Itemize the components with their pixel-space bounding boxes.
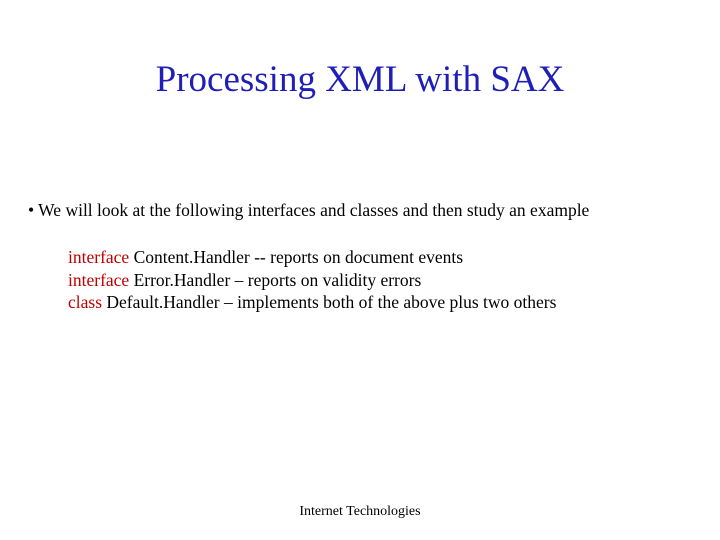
item-text: Error.Handler – reports on validity erro… — [129, 270, 421, 290]
bullet-point: • We will look at the following interfac… — [28, 199, 700, 222]
slide-title: Processing XML with SAX — [0, 0, 720, 101]
sub-item: interface Error.Handler – reports on val… — [68, 269, 700, 292]
footer-text: Internet Technologies — [0, 504, 720, 520]
item-text: Content.Handler -- reports on document e… — [129, 247, 463, 267]
keyword: interface — [68, 247, 129, 267]
content-area: • We will look at the following interfac… — [0, 101, 720, 314]
keyword: class — [68, 292, 102, 312]
item-text: Default.Handler – implements both of the… — [102, 292, 556, 312]
sub-items: interface Content.Handler -- reports on … — [28, 222, 700, 314]
sub-item: interface Content.Handler -- reports on … — [68, 246, 700, 269]
keyword: interface — [68, 270, 129, 290]
sub-item: class Default.Handler – implements both … — [68, 291, 700, 314]
